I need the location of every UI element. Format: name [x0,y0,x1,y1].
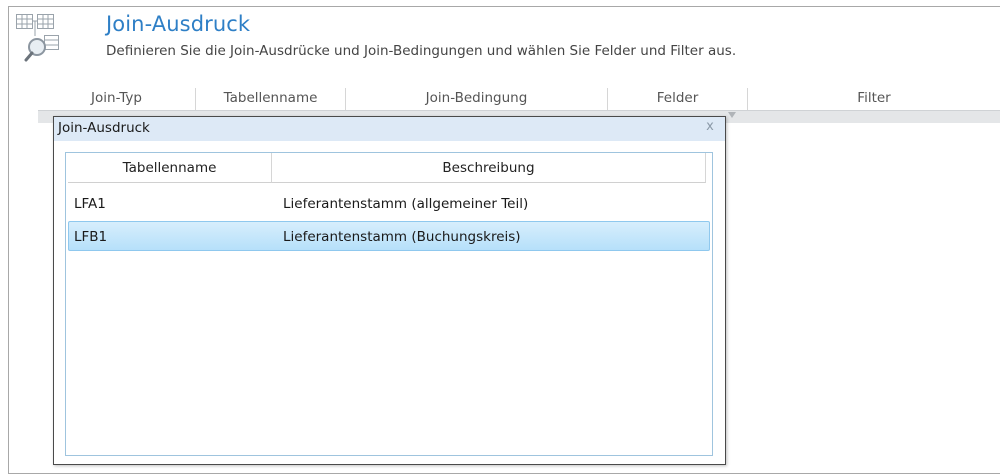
row-description: Lieferantenstamm (allgemeiner Teil) [283,196,529,212]
dropdown-arrow-icon[interactable] [728,112,736,118]
column-header-join-condition[interactable]: Join-Bedingung [346,88,608,110]
row-table-name: LFB1 [74,229,108,245]
list-header-description[interactable]: Beschreibung [272,153,706,183]
column-header-table-name[interactable]: Tabellenname [196,88,346,110]
column-header-filter[interactable]: Filter [748,88,1000,110]
table-row-selected[interactable]: LFB1 Lieferantenstamm (Buchungskreis) [68,221,710,251]
table-list: Tabellenname Beschreibung LFA1 Lieferant… [65,152,713,456]
page-title: Join-Ausdruck [106,12,251,36]
table-search-icon [16,14,59,62]
row-description: Lieferantenstamm (Buchungskreis) [283,229,521,245]
column-header-join-type[interactable]: Join-Typ [38,88,196,110]
dialog-title: Join-Ausdruck [54,117,725,141]
page-subtitle: Definieren Sie die Join-Ausdrücke und Jo… [106,43,737,59]
join-expression-dialog: Join-Ausdruck x Tabellenname Beschreibun… [53,116,726,465]
row-table-name: LFA1 [74,196,106,212]
table-row[interactable]: LFA1 Lieferantenstamm (allgemeiner Teil) [68,189,710,219]
list-header-table-name[interactable]: Tabellenname [68,153,272,183]
column-header-fields[interactable]: Felder [608,88,748,110]
close-icon[interactable]: x [703,120,717,134]
